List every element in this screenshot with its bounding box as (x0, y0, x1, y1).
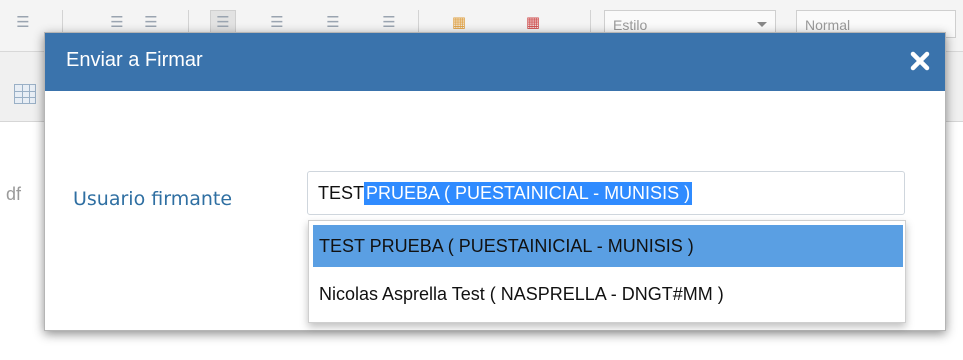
outdent-icon[interactable]: ☰ (104, 10, 130, 34)
input-text-selected: PRUEBA ( PUESTAINICIAL - MUNISIS ) (364, 181, 693, 205)
align-left-icon[interactable]: ☰ (210, 10, 236, 34)
table-grid-icon[interactable]: ▦ (520, 10, 546, 34)
page: ☰ ☰ ☰ ☰ ☰ ☰ ☰ ▦ ▦ Estilo Normal df Envia… (0, 0, 963, 360)
format-select-label: Normal (805, 17, 851, 33)
dialog-title: Enviar a Firmar (66, 49, 203, 71)
align-justify-icon[interactable]: ☰ (376, 10, 402, 34)
style-select-label: Estilo (613, 17, 648, 33)
align-right-icon[interactable]: ☰ (320, 10, 346, 34)
close-icon[interactable] (907, 47, 933, 75)
table-icon[interactable] (14, 84, 36, 104)
background-text: df (6, 184, 22, 204)
align-center-icon[interactable]: ☰ (264, 10, 290, 34)
dropdown-option-label: Nicolas Asprella Test ( NASPRELLA - DNGT… (319, 283, 724, 304)
chevron-down-icon (757, 22, 767, 27)
color-grid-icon[interactable]: ▦ (446, 10, 472, 34)
autocomplete-dropdown: TEST PRUEBA ( PUESTAINICIAL - MUNISIS ) … (308, 220, 906, 323)
signer-user-input[interactable]: TEST PRUEBA ( PUESTAINICIAL - MUNISIS ) (307, 171, 905, 215)
dropdown-option[interactable]: Nicolas Asprella Test ( NASPRELLA - DNGT… (313, 273, 903, 315)
signer-user-label: Usuario firmante (73, 188, 233, 210)
dropdown-option[interactable]: TEST PRUEBA ( PUESTAINICIAL - MUNISIS ) (313, 225, 903, 267)
indent-icon[interactable]: ☰ (138, 10, 164, 34)
dialog-header: Enviar a Firmar (45, 33, 945, 91)
sign-dialog: Enviar a Firmar Usuario firmante TEST PR… (44, 32, 946, 331)
bullet-list-icon[interactable]: ☰ (10, 10, 36, 34)
dropdown-option-label: TEST PRUEBA ( PUESTAINICIAL - MUNISIS ) (319, 235, 694, 256)
input-text-prefix: TEST (318, 182, 365, 203)
